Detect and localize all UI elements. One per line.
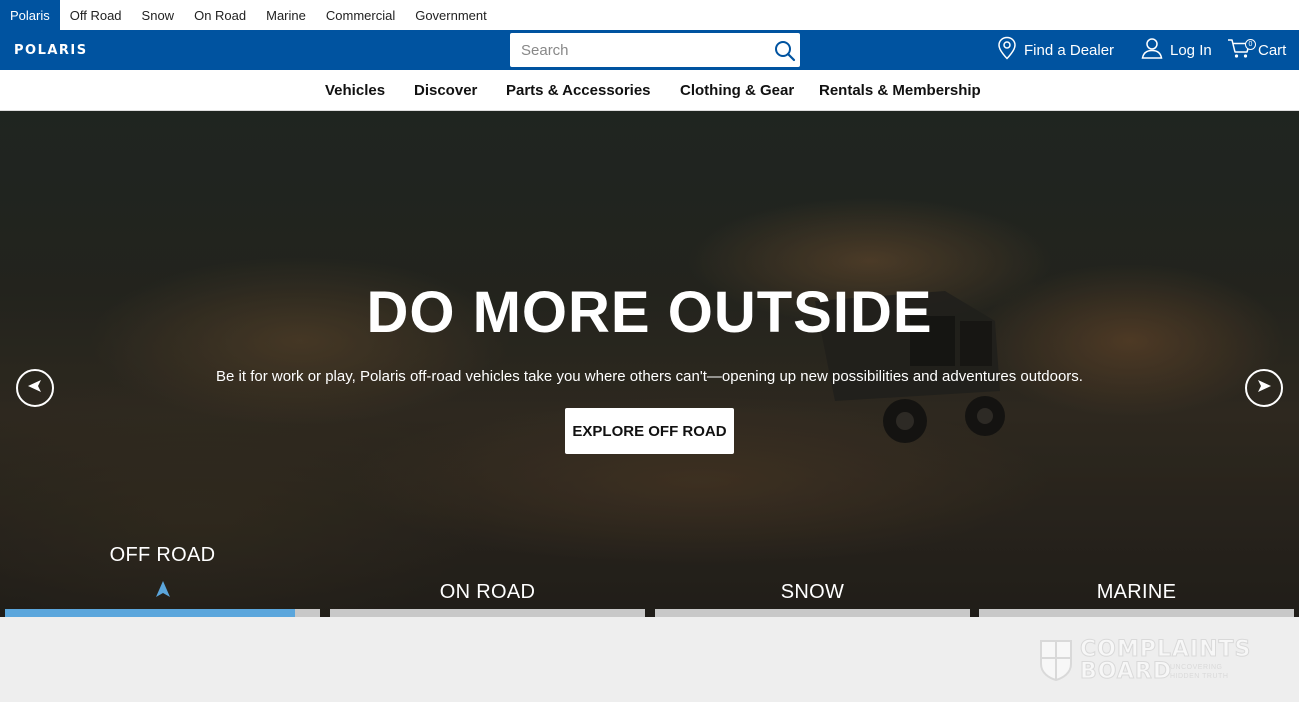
- category-nav: Vehicles Discover Parts & Accessories Cl…: [0, 70, 1299, 111]
- complaints-board-watermark: COMPLAINTS BOARD UNCOVERING HIDDEN TRUTH: [1038, 637, 1253, 685]
- search-input[interactable]: [510, 33, 760, 67]
- login-label: Log In: [1170, 41, 1212, 59]
- brand-link-on-road[interactable]: On Road: [184, 0, 256, 30]
- slide-progress-bar: [5, 609, 320, 617]
- slide-progress-bar: [979, 609, 1294, 617]
- brand-link-commercial[interactable]: Commercial: [316, 0, 405, 30]
- brand-link-off-road[interactable]: Off Road: [60, 0, 132, 30]
- watermark-tagline: UNCOVERING HIDDEN TRUTH: [1170, 664, 1229, 680]
- slide-tab-label: SNOW: [780, 581, 845, 603]
- slide-tab-off-road[interactable]: OFF ROAD: [5, 111, 320, 617]
- brand-link-marine[interactable]: Marine: [256, 0, 316, 30]
- brand-link-polaris[interactable]: Polaris: [0, 0, 60, 30]
- nav-item-parts-accessories[interactable]: Parts & Accessories: [506, 82, 651, 99]
- slide-tab-snow[interactable]: SNOW: [655, 111, 970, 617]
- slide-tab-label: OFF ROAD: [109, 544, 216, 566]
- slide-progress-bar: [655, 609, 970, 617]
- brand-link-snow[interactable]: Snow: [132, 0, 185, 30]
- main-header: POLARIS Find a Dealer Log In 0 Cart: [0, 30, 1299, 70]
- brand-link-government[interactable]: Government: [405, 0, 497, 30]
- slide-tab-on-road[interactable]: ON ROAD: [330, 111, 645, 617]
- user-icon: [1141, 37, 1170, 63]
- cart-count-badge: 0: [1245, 39, 1256, 50]
- hero-carousel: DO MORE OUTSIDE Be it for work or play, …: [0, 111, 1299, 617]
- slide-tab-label: ON ROAD: [439, 581, 536, 603]
- find-dealer-link[interactable]: Find a Dealer: [997, 30, 1114, 70]
- nav-item-rentals-membership[interactable]: Rentals & Membership: [819, 82, 981, 99]
- find-dealer-label: Find a Dealer: [1024, 41, 1115, 59]
- cart-label: Cart: [1258, 41, 1287, 59]
- slide-progress-bar: [330, 609, 645, 617]
- cart-link[interactable]: 0 Cart: [1227, 30, 1286, 70]
- nav-item-vehicles[interactable]: Vehicles: [325, 82, 385, 99]
- polaris-logo[interactable]: POLARIS: [14, 43, 88, 58]
- brand-bar: Polaris Off Road Snow On Road Marine Com…: [0, 0, 1299, 30]
- active-slide-pointer-icon: [156, 581, 170, 597]
- slide-tab-marine[interactable]: MARINE: [979, 111, 1294, 617]
- shield-logo-icon: [1040, 640, 1072, 682]
- login-link[interactable]: Log In: [1141, 30, 1212, 70]
- watermark-line2: BOARD: [1079, 659, 1173, 685]
- nav-item-discover[interactable]: Discover: [414, 82, 477, 99]
- search-icon[interactable]: [774, 40, 796, 62]
- location-pin-icon: [997, 36, 1024, 64]
- slide-tab-label: MARINE: [1096, 581, 1177, 603]
- search-box: [510, 33, 800, 67]
- nav-item-clothing-gear[interactable]: Clothing & Gear: [680, 82, 794, 99]
- slide-progress-fill: [5, 609, 295, 617]
